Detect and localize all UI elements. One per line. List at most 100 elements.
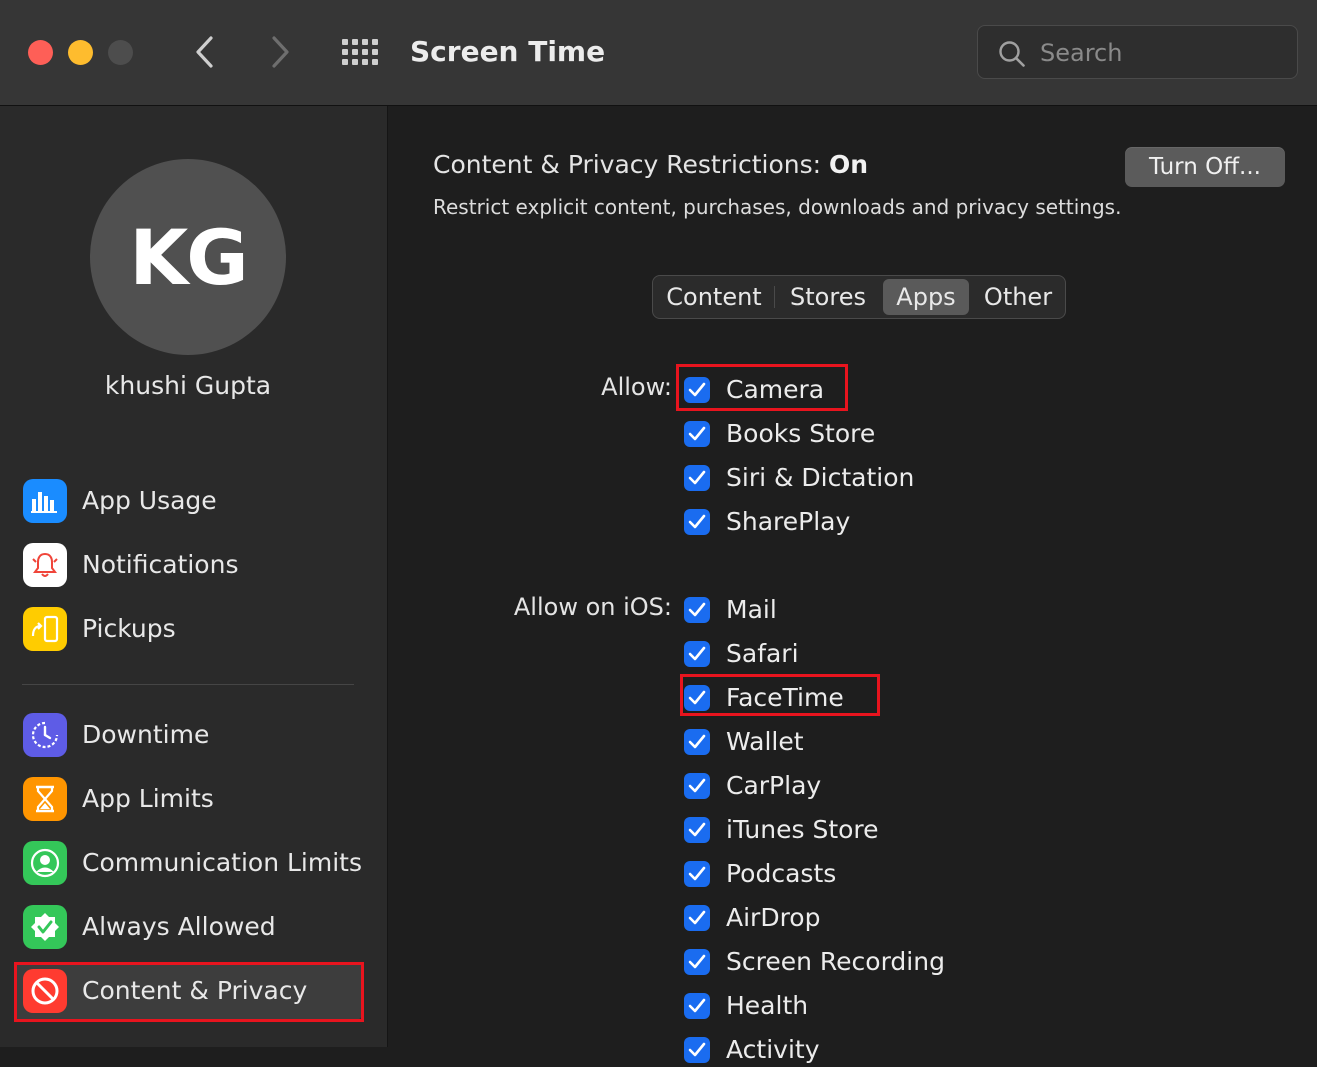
sidebar-divider [22, 684, 354, 685]
checkbox-label: Activity [726, 1035, 820, 1064]
tab-stores[interactable]: Stores [779, 279, 877, 315]
search-icon [999, 41, 1025, 67]
main-pane: Content & Privacy Restrictions: On Restr… [388, 106, 1317, 1064]
checkbox-label: Camera [726, 375, 825, 404]
tab-apps[interactable]: Apps [883, 279, 969, 315]
checkbox-carplay[interactable]: CarPlay [684, 769, 1104, 803]
checkmark-icon [684, 993, 710, 1019]
sidebar-item-label: Notifications [82, 550, 239, 579]
checkbox-label: FaceTime [726, 683, 844, 712]
checkbox-label: iTunes Store [726, 815, 879, 844]
checkmark-icon [684, 949, 710, 975]
checkbox-activity[interactable]: Activity [684, 1033, 1104, 1067]
sidebar: KG khushi Gupta App Usage Notifications … [0, 106, 388, 1047]
checkbox-itunes-store[interactable]: iTunes Store [684, 813, 1104, 847]
checkmark-icon [684, 509, 710, 535]
sidebar-item-notifications[interactable]: Notifications [14, 536, 362, 594]
checkmark-icon [684, 817, 710, 843]
sidebar-item-label: Downtime [82, 720, 210, 749]
checkbox-health[interactable]: Health [684, 989, 1104, 1023]
checkmark-icon [684, 1037, 710, 1063]
bell-icon [23, 543, 67, 587]
checkbox-airdrop[interactable]: AirDrop [684, 901, 1104, 935]
prohibited-icon [23, 969, 67, 1013]
user-name: khushi Gupta [104, 371, 272, 400]
checkbox-label: Siri & Dictation [726, 463, 915, 492]
chevron-right-icon [272, 36, 289, 68]
sidebar-item-label: Always Allowed [82, 912, 276, 941]
checkbox-label: Screen Recording [726, 947, 945, 976]
restrictions-status: Content & Privacy Restrictions: On [433, 150, 868, 179]
window-title: Screen Time [410, 35, 606, 68]
checkbox-safari[interactable]: Safari [684, 637, 1104, 671]
bar-chart-icon [23, 479, 67, 523]
checkmark-icon [684, 421, 710, 447]
allow-label: Allow: [601, 373, 672, 401]
minimize-window-button[interactable] [68, 40, 93, 65]
tab-other[interactable]: Other [973, 279, 1063, 315]
checkbox-label: Wallet [726, 727, 804, 756]
category-tabs: Content Stores Apps Other [652, 275, 1066, 319]
allow-ios-label: Allow on iOS: [513, 593, 672, 621]
sidebar-item-label: Communication Limits [82, 848, 362, 877]
pickup-phone-icon [23, 607, 67, 651]
search-input[interactable] [1038, 34, 1287, 72]
moon-clock-icon [23, 713, 67, 757]
person-icon [23, 841, 67, 885]
grid-icon [342, 39, 378, 65]
sidebar-item-label: Pickups [82, 614, 176, 643]
sidebar-item-app-limits[interactable]: App Limits [14, 770, 362, 828]
turn-off-button[interactable]: Turn Off... [1125, 147, 1285, 187]
status-label: Content & Privacy Restrictions: [433, 150, 829, 179]
checkmark-icon [684, 861, 710, 887]
sidebar-item-content-privacy[interactable]: Content & Privacy [14, 962, 362, 1020]
checkmark-icon [684, 685, 710, 711]
sidebar-item-pickups[interactable]: Pickups [14, 600, 362, 658]
checkmark-icon [684, 377, 710, 403]
checkmark-icon [684, 905, 710, 931]
back-button[interactable] [185, 28, 225, 76]
tab-separator [774, 286, 775, 308]
checkbox-label: CarPlay [726, 771, 822, 800]
show-all-preferences-button[interactable] [340, 36, 380, 68]
sidebar-item-always-allowed[interactable]: Always Allowed [14, 898, 362, 956]
checkmark-icon [684, 465, 710, 491]
checkbox-label: Mail [726, 595, 777, 624]
restrictions-description: Restrict explicit content, purchases, do… [433, 195, 1122, 219]
screen-time-window: Screen Time KG khushi Gupta App Usage [0, 0, 1317, 1064]
zoom-window-button[interactable] [108, 40, 133, 65]
close-window-button[interactable] [28, 40, 53, 65]
checkbox-mail[interactable]: Mail [684, 593, 1104, 627]
checkbox-label: Health [726, 991, 809, 1020]
status-value: On [828, 150, 869, 179]
sidebar-item-label: Content & Privacy [82, 976, 308, 1005]
avatar[interactable]: KG [90, 159, 286, 355]
sidebar-item-communication-limits[interactable]: Communication Limits [14, 834, 362, 892]
sidebar-item-downtime[interactable]: Downtime [14, 706, 362, 764]
checkbox-label: AirDrop [726, 903, 821, 932]
hourglass-icon [23, 777, 67, 821]
checkbox-books-store[interactable]: Books Store [684, 417, 1104, 451]
checkbox-shareplay[interactable]: SharePlay [684, 505, 1104, 539]
checkbox-podcasts[interactable]: Podcasts [684, 857, 1104, 891]
checkmark-icon [684, 773, 710, 799]
checkbox-facetime[interactable]: FaceTime [684, 681, 1104, 715]
checkmark-badge-icon [23, 905, 67, 949]
checkbox-screen-recording[interactable]: Screen Recording [684, 945, 1104, 979]
checkmark-icon [684, 641, 710, 667]
checkbox-label: SharePlay [726, 507, 851, 536]
sidebar-item-label: App Usage [82, 486, 217, 515]
sidebar-item-label: App Limits [82, 784, 214, 813]
forward-button[interactable] [260, 28, 300, 76]
checkbox-label: Safari [726, 639, 799, 668]
checkbox-label: Podcasts [726, 859, 837, 888]
title-bar: Screen Time [0, 0, 1317, 106]
checkmark-icon [684, 729, 710, 755]
sidebar-item-app-usage[interactable]: App Usage [14, 472, 362, 530]
chevron-left-icon [196, 36, 213, 68]
checkbox-camera[interactable]: Camera [684, 373, 1104, 407]
checkbox-wallet[interactable]: Wallet [684, 725, 1104, 759]
tab-content[interactable]: Content [661, 279, 767, 315]
search-field[interactable] [977, 25, 1298, 79]
checkbox-siri-dictation[interactable]: Siri & Dictation [684, 461, 1104, 495]
